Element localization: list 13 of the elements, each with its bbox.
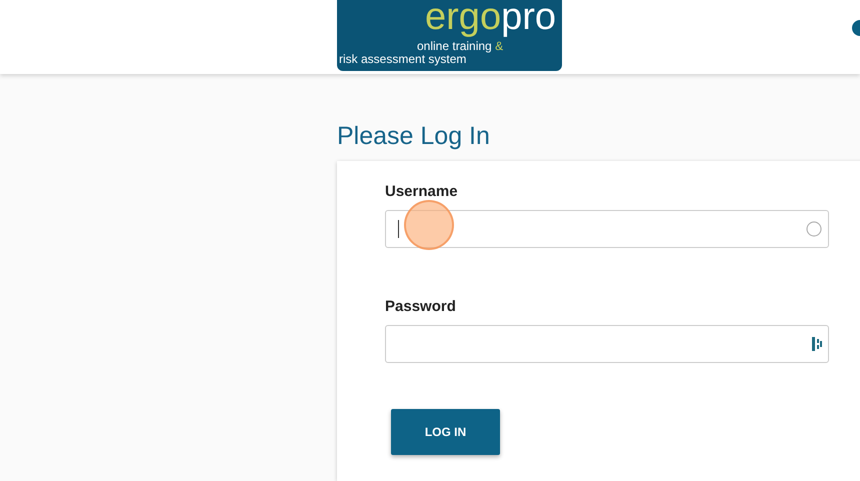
circle-icon[interactable] [806,221,822,237]
click-indicator [404,200,454,250]
logo-text: pro [501,0,556,36]
field-label: Password [385,298,457,315]
field-label: Username [385,183,459,200]
login-button[interactable]: LOG IN [391,409,500,455]
logo-tagline: online training & [417,40,504,53]
username-field[interactable] [385,210,829,248]
password-manager-icon[interactable] [812,337,822,351]
page-title: Please Log In [337,122,491,151]
password-field[interactable] [385,325,829,363]
logo-text: ergo [425,0,502,36]
logo-tagline: risk assessment system [339,53,466,66]
